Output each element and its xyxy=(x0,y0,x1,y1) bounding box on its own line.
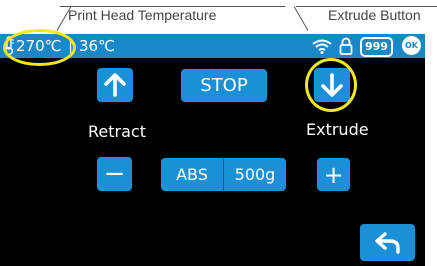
retract-button[interactable] xyxy=(97,68,133,102)
ok-badge: OK xyxy=(402,36,421,55)
arrow-up-icon xyxy=(104,73,126,97)
back-button[interactable] xyxy=(360,224,415,261)
callout-line-right-diagonal xyxy=(293,6,309,31)
wifi-icon xyxy=(312,38,332,58)
material-selector[interactable]: ABS xyxy=(161,158,223,191)
lock-icon xyxy=(339,37,353,59)
callout-extrude-button: Extrude Button xyxy=(328,7,421,23)
arrow-down-icon xyxy=(321,73,343,97)
stop-button[interactable]: STOP xyxy=(181,69,267,102)
annotated-screenshot: Print Head Temperature Extrude Button 27… xyxy=(0,0,437,266)
length-selector[interactable]: 500g xyxy=(224,158,286,191)
printer-screen: 270℃ | 36℃ 999 OK STOP Retract Extrude −… xyxy=(0,34,425,266)
status-bar: 270℃ | 36℃ 999 OK xyxy=(0,34,425,58)
bed-temperature: 36℃ xyxy=(79,37,115,55)
retract-label: Retract xyxy=(88,122,146,141)
callout-print-head-temperature: Print Head Temperature xyxy=(68,7,217,23)
extrude-button[interactable] xyxy=(314,68,350,102)
increase-button[interactable]: + xyxy=(317,158,350,191)
thermometer-icon xyxy=(3,36,15,60)
nozzle-temperature: 270℃ xyxy=(16,37,62,55)
status-separator: | xyxy=(68,37,74,55)
decrease-button[interactable]: − xyxy=(97,157,132,191)
counter-badge: 999 xyxy=(360,37,393,57)
back-arrow-icon xyxy=(374,231,400,254)
extrude-label: Extrude xyxy=(306,120,369,139)
